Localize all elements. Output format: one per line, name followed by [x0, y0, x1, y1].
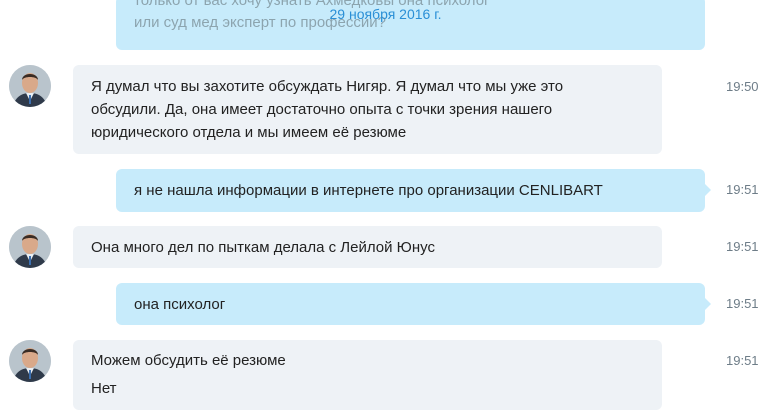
message-text: Можем обсудить её резюме	[91, 352, 286, 369]
message-text: Я думал что вы захотите обсуждать Нигяр.…	[91, 78, 564, 95]
message-timestamp: 19:51	[726, 296, 759, 311]
message-bubble-outgoing[interactable]: она психолог	[116, 283, 711, 325]
contact-avatar[interactable]	[9, 65, 51, 107]
contact-avatar[interactable]	[9, 226, 51, 268]
message-bubble-outgoing[interactable]: я не нашла информации в интернете про ор…	[116, 169, 711, 212]
date-separator: 29 ноября 2016 г.	[329, 6, 442, 22]
message-bubble-incoming[interactable]: Можем обсудить её резюме Нет	[73, 340, 662, 410]
message-text: обсудили. Да, она имеет достаточно опыта…	[91, 101, 553, 118]
message-timestamp: 19:51	[726, 182, 759, 197]
message-bubble-incoming[interactable]: Она много дел по пыткам делала с Лейлой …	[73, 226, 662, 268]
message-timestamp: 19:51	[726, 353, 759, 368]
message-bubble-incoming[interactable]: Я думал что вы захотите обсуждать Нигяр.…	[73, 65, 662, 154]
message-text: юридического отдела и мы имеем её резюме	[91, 124, 407, 141]
message-text: Нет	[91, 380, 117, 397]
message-text: я не нашла информации в интернете про ор…	[134, 182, 603, 199]
message-text: она психолог	[134, 296, 226, 313]
message-timestamp: 19:50	[726, 79, 759, 94]
message-text: Она много дел по пыткам делала с Лейлой …	[91, 239, 435, 256]
message-timestamp: 19:51	[726, 239, 759, 254]
contact-avatar[interactable]	[9, 340, 51, 382]
